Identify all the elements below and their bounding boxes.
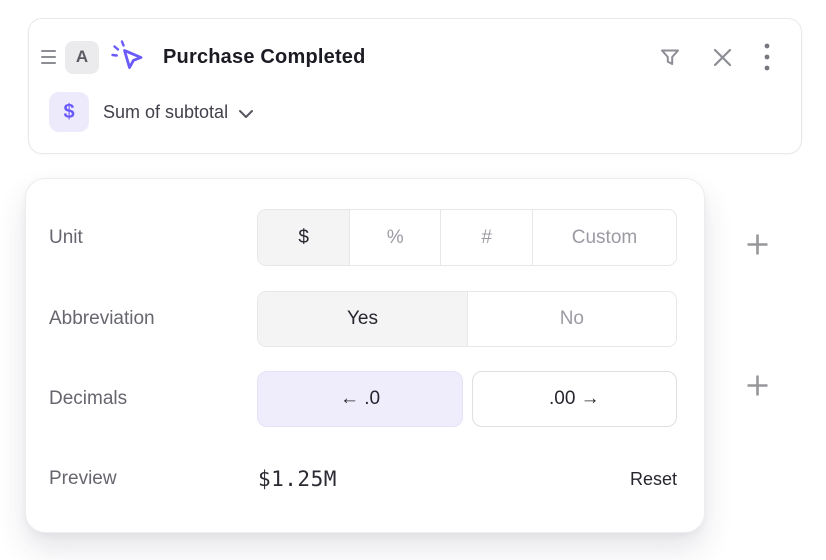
event-header-row: A Purchase Completed [35,35,771,79]
add-segment-button[interactable] [746,374,769,397]
click-event-icon [110,38,148,76]
abbreviation-option-yes[interactable]: Yes [258,292,466,346]
unit-option-custom[interactable]: Custom [532,210,676,265]
drag-handle-icon[interactable] [41,50,56,64]
preview-value: $1.25M [258,467,630,491]
unit-option-percent[interactable]: % [349,210,441,265]
preview-row: Preview $1.25M Reset [49,455,677,503]
event-card: A Purchase Completed [28,18,802,154]
add-event-button[interactable] [746,233,769,256]
format-popover: Unit $ % # Custom Abbreviation Yes No De… [25,178,705,533]
decimals-increase-button[interactable]: .00 → [472,371,677,427]
abbreviation-segmented-control: Yes No [257,291,677,347]
abbreviation-option-no[interactable]: No [467,292,676,346]
abbreviation-label: Abbreviation [49,308,257,330]
decimals-label: Decimals [49,388,257,410]
decimals-row: Decimals ← .0 .00 → [49,371,677,427]
decimals-decrease-button[interactable]: ← .0 [257,371,462,427]
unit-row: Unit $ % # Custom [49,209,677,266]
unit-option-number[interactable]: # [440,210,532,265]
abbreviation-row: Abbreviation Yes No [49,291,677,347]
chevron-down-icon[interactable] [238,109,254,119]
metric-row[interactable]: $ Sum of subtotal [49,92,801,132]
preview-label: Preview [49,468,258,490]
event-row-badge: A [65,41,99,74]
reset-button[interactable]: Reset [630,469,677,490]
metric-label[interactable]: Sum of subtotal [103,102,228,123]
decimals-controls: ← .0 .00 → [257,371,677,427]
unit-option-dollar[interactable]: $ [258,210,349,265]
unit-segmented-control: $ % # Custom [257,209,677,266]
close-icon[interactable] [711,46,734,69]
unit-label: Unit [49,227,257,249]
metric-unit-icon: $ [49,92,89,132]
more-menu-icon[interactable] [763,41,771,73]
event-title[interactable]: Purchase Completed [163,46,366,69]
filter-icon[interactable] [658,45,682,69]
